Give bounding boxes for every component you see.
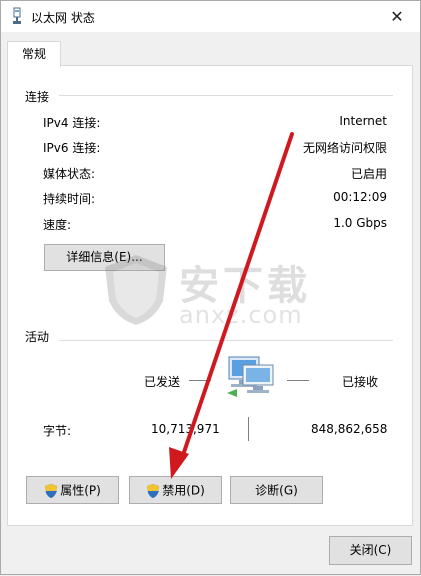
details-button-label: 详细信息(E)... <box>66 250 143 264</box>
received-label: 已接收 <box>342 375 379 389</box>
speed-label: 速度: <box>43 218 72 232</box>
speed-value: 1.0 Gbps <box>333 216 387 230</box>
activity-group-divider <box>59 340 393 341</box>
ethernet-status-window: 以太网 状态 ✕ 常规 连接 IPv4 连接: Internet IPv6 连接… <box>0 0 421 575</box>
activity-group-label: 活动 <box>25 328 50 345</box>
duration-label: 持续时间: <box>43 192 96 206</box>
bytes-label: 字节: <box>43 424 72 438</box>
media-state-value: 已启用 <box>350 167 387 181</box>
connection-group-divider <box>59 95 393 96</box>
disable-button[interactable]: 禁用(D) <box>129 476 222 504</box>
details-button[interactable]: 详细信息(E)... <box>44 244 165 271</box>
sent-connector-line <box>189 380 211 381</box>
window-title: 以太网 状态 <box>31 11 95 25</box>
close-icon[interactable]: ✕ <box>374 1 420 32</box>
diagnose-button[interactable]: 诊断(G) <box>230 476 323 504</box>
tab-general[interactable]: 常规 <box>7 41 61 67</box>
properties-button[interactable]: 属性(P) <box>26 476 119 504</box>
properties-button-label: 属性(P) <box>60 483 101 498</box>
received-connector-line <box>287 380 309 381</box>
bytes-divider <box>248 417 249 441</box>
network-adapter-icon <box>13 7 21 24</box>
duration-value: 00:12:09 <box>333 190 387 204</box>
connection-group-label: 连接 <box>25 88 50 105</box>
diagnose-button-label: 诊断(G) <box>255 483 298 498</box>
close-button-label: 关闭(C) <box>349 543 392 557</box>
ipv6-label: IPv6 连接: <box>43 141 101 155</box>
sent-label: 已发送 <box>144 375 181 389</box>
shield-icon <box>45 483 58 498</box>
ipv4-label: IPv4 连接: <box>43 116 101 130</box>
shield-icon <box>147 483 160 498</box>
ipv4-value: Internet <box>339 114 387 128</box>
disable-button-label: 禁用(D) <box>162 483 205 498</box>
bytes-sent-value: 10,713,971 <box>151 422 220 436</box>
ipv6-value: 无网络访问权限 <box>302 141 387 155</box>
close-button[interactable]: 关闭(C) <box>329 536 412 565</box>
media-state-label: 媒体状态: <box>43 167 96 181</box>
general-tab-panel <box>7 65 413 526</box>
title-bar: 以太网 状态 ✕ <box>1 1 420 32</box>
network-computers-icon <box>227 356 274 397</box>
bytes-received-value: 848,862,658 <box>311 422 388 436</box>
